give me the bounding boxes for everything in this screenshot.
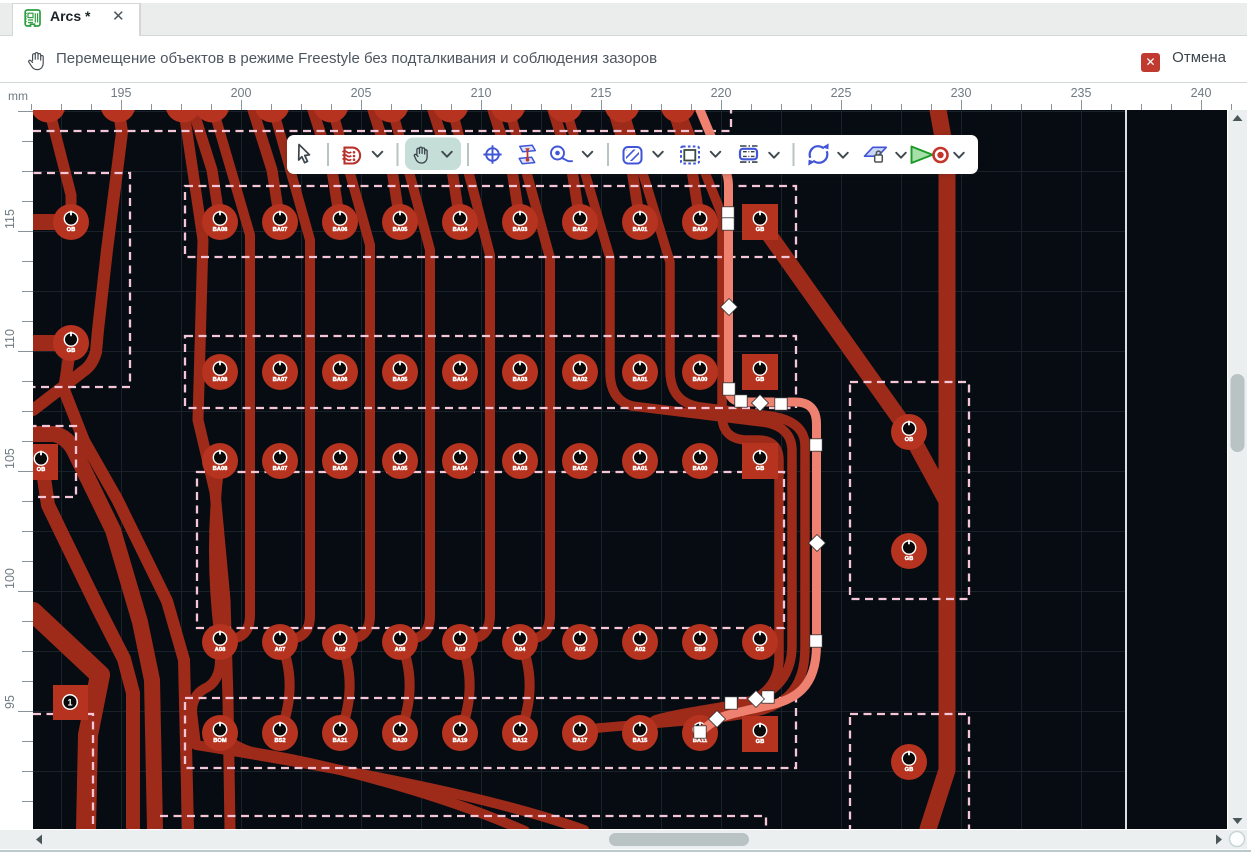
svg-text:BA06: BA06 [333, 377, 349, 383]
svg-text:BA06: BA06 [333, 466, 349, 472]
svg-text:GB: GB [756, 227, 765, 233]
svg-text:1: 1 [67, 698, 72, 708]
svg-text:BA07: BA07 [273, 227, 288, 233]
svg-text:BA20: BA20 [393, 738, 408, 744]
svg-text:BA02: BA02 [573, 227, 588, 233]
svg-text:BOM: BOM [213, 738, 227, 744]
svg-text:A08: A08 [215, 647, 226, 653]
svg-text:A05: A05 [575, 647, 586, 653]
svg-text:BA19: BA19 [453, 738, 469, 744]
svg-text:A08: A08 [395, 647, 406, 653]
svg-text:BA07: BA07 [273, 377, 288, 383]
svg-text:230: 230 [951, 86, 972, 100]
svg-text:240: 240 [1191, 86, 1212, 100]
svg-text:95: 95 [3, 695, 17, 709]
svg-text:BA05: BA05 [393, 377, 409, 383]
svg-text:BA05: BA05 [393, 227, 409, 233]
svg-text:115: 115 [3, 209, 17, 229]
svg-text:BA06: BA06 [333, 227, 349, 233]
svg-text:BA02: BA02 [573, 377, 588, 383]
svg-text:GB: GB [756, 739, 765, 745]
svg-text:SB9: SB9 [694, 647, 706, 653]
svg-text:A03: A03 [455, 647, 466, 653]
svg-text:BA08: BA08 [213, 466, 229, 472]
svg-text:A04: A04 [515, 647, 526, 653]
svg-text:110: 110 [3, 329, 17, 349]
svg-text:BA00: BA00 [693, 377, 708, 383]
svg-text:BA17: BA17 [573, 738, 588, 744]
svg-text:220: 220 [711, 86, 732, 100]
svg-text:BA03: BA03 [513, 227, 529, 233]
svg-text:BA04: BA04 [453, 466, 469, 472]
svg-text:A02: A02 [335, 647, 346, 653]
svg-text:BA01: BA01 [633, 466, 649, 472]
svg-text:GB: GB [67, 348, 76, 354]
svg-text:OB: OB [67, 227, 76, 233]
svg-text:BA02: BA02 [573, 466, 588, 472]
svg-text:105: 105 [3, 448, 17, 469]
svg-text:OB: OB [37, 467, 46, 473]
svg-text:BA11: BA11 [693, 738, 708, 744]
svg-text:215: 215 [591, 86, 612, 100]
svg-text:mm: mm [8, 89, 28, 103]
svg-text:BA07: BA07 [273, 466, 288, 472]
svg-text:BA08: BA08 [213, 227, 229, 233]
svg-text:205: 205 [351, 86, 372, 100]
svg-text:A07: A07 [275, 647, 286, 653]
svg-text:A02: A02 [635, 647, 646, 653]
svg-text:BA21: BA21 [333, 738, 349, 744]
svg-text:BA08: BA08 [213, 377, 229, 383]
svg-text:GB: GB [756, 466, 765, 472]
svg-text:GB: GB [905, 556, 914, 562]
svg-text:BA03: BA03 [513, 466, 529, 472]
svg-text:225: 225 [831, 86, 852, 100]
svg-text:BS2: BS2 [274, 738, 285, 744]
svg-text:BA15: BA15 [633, 738, 649, 744]
svg-text:BA00: BA00 [693, 466, 708, 472]
svg-text:BA03: BA03 [513, 377, 529, 383]
svg-text:BA05: BA05 [393, 466, 409, 472]
svg-text:BA04: BA04 [453, 377, 469, 383]
svg-text:GB: GB [905, 767, 914, 773]
svg-text:200: 200 [231, 86, 252, 100]
svg-text:BA04: BA04 [453, 227, 469, 233]
svg-text:235: 235 [1071, 86, 1092, 100]
svg-text:BA01: BA01 [633, 377, 649, 383]
svg-text:210: 210 [471, 86, 492, 100]
svg-text:195: 195 [111, 86, 132, 100]
svg-text:100: 100 [3, 568, 17, 589]
svg-text:BA00: BA00 [693, 227, 708, 233]
svg-text:GB: GB [756, 647, 765, 653]
svg-text:BA12: BA12 [513, 738, 528, 744]
svg-text:GB: GB [756, 377, 765, 383]
svg-text:OB: OB [905, 437, 914, 443]
svg-text:BA01: BA01 [633, 227, 649, 233]
